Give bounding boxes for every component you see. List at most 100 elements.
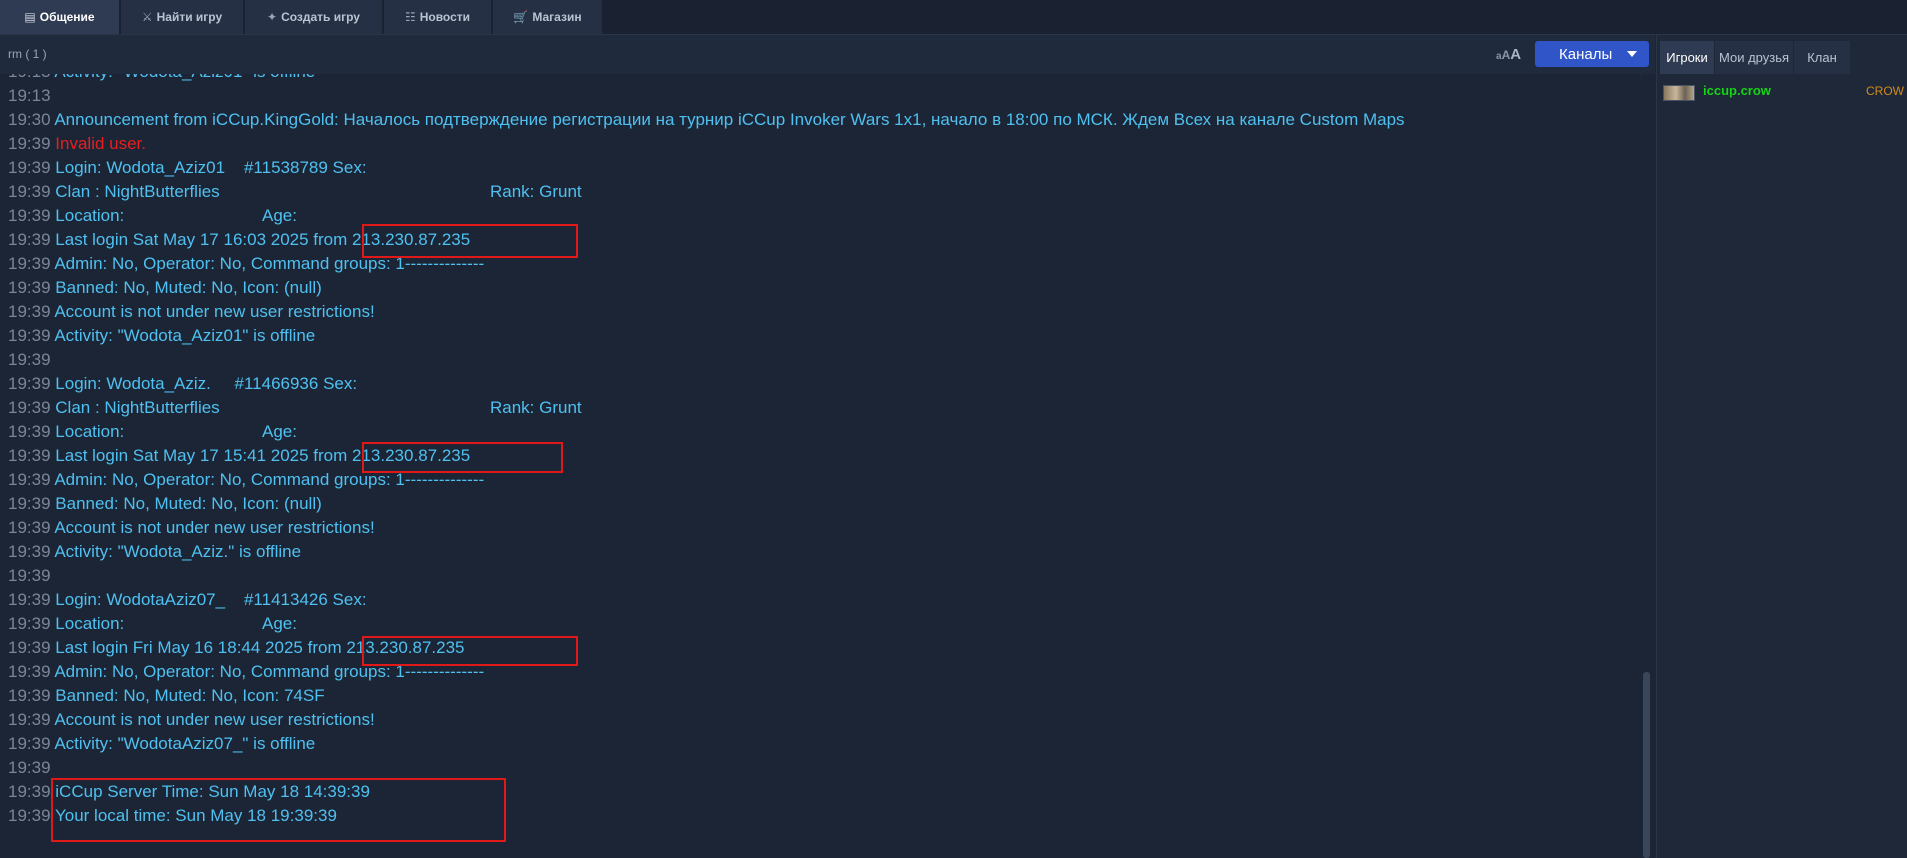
chat-message: Banned: No, Muted: No, Icon: (null) <box>55 278 322 297</box>
chat-message: Activity: "Wodota_Aziz01" is offline <box>54 326 316 345</box>
chat-log[interactable]: 19:13 Activity: "Wodota_Aziz01" is offli… <box>0 74 1640 858</box>
chat-message: Location: <box>55 614 125 633</box>
tab-find-game[interactable]: ⚔ Найти игру <box>121 0 244 34</box>
chat-message: Clan : NightButterflies <box>55 182 220 201</box>
newspaper-icon: ☷ <box>404 10 416 24</box>
chat-line: 19:39 Location: Age: <box>8 420 297 444</box>
chat-timestamp: 19:39 <box>8 230 51 249</box>
chat-timestamp: 19:39 <box>8 350 51 369</box>
chat-rank: Rank: Grunt <box>490 182 582 201</box>
highlight-box <box>362 442 563 473</box>
tab-players[interactable]: Игроки <box>1660 41 1714 74</box>
chat-line: 19:39 Account is not under new user rest… <box>8 300 375 324</box>
chat-message: Activity: "Wodota_Aziz01" is offline <box>54 74 315 81</box>
chat-timestamp: 19:39 <box>8 134 51 153</box>
tab-label: Клан <box>1807 50 1837 65</box>
wrench-icon: ✦ <box>267 10 278 24</box>
player-list-item[interactable]: iccup.crow CROW <box>1657 79 1907 105</box>
chat-line: 19:39 Banned: No, Muted: No, Icon: 74SF <box>8 684 325 708</box>
chat-line: 19:39 Invalid user. <box>8 132 146 156</box>
cart-icon: 🛒 <box>513 10 529 24</box>
chat-timestamp: 19:39 <box>8 710 51 729</box>
chat-timestamp: 19:39 <box>8 398 51 417</box>
chat-timestamp: 19:39 <box>8 590 51 609</box>
tab-label: Создать игру <box>281 10 360 24</box>
side-panel: Игроки Мои друзья Клан iccup.crow CROW <box>1656 35 1907 858</box>
chat-age: Age: <box>262 206 297 225</box>
chat-timestamp: 19:39 <box>8 542 51 561</box>
chat-message: Login: Wodota_Aziz. #11466936 Sex: <box>55 374 358 393</box>
chat-timestamp: 19:39 <box>8 422 51 441</box>
tab-clan[interactable]: Клан <box>1794 41 1850 74</box>
chat-timestamp: 19:39 <box>8 734 51 753</box>
chat-message: Activity: "WodotaAziz07_" is offline <box>54 734 316 753</box>
chat-timestamp: 19:39 <box>8 158 51 177</box>
player-name[interactable]: iccup.crow <box>1703 83 1771 98</box>
font-size-large: A <box>1510 46 1522 63</box>
chat-message: Clan : NightButterflies <box>55 398 220 417</box>
tab-chat[interactable]: ▤ Общение <box>0 0 120 34</box>
font-size-toggle[interactable]: aAA <box>1496 46 1521 64</box>
chat-line: 19:39 Activity: "Wodota_Aziz." is offlin… <box>8 540 301 564</box>
chat-timestamp: 19:39 <box>8 494 51 513</box>
chat-header: rm ( 1 ) aAA Каналы <box>0 35 1655 75</box>
chat-message: Account is not under new user restrictio… <box>54 518 375 537</box>
chat-message: Location: <box>55 206 125 225</box>
chat-timestamp: 19:39 <box>8 758 51 777</box>
chat-line: 19:39 Activity: "WodotaAziz07_" is offli… <box>8 732 315 756</box>
chat-timestamp: 19:39 <box>8 206 51 225</box>
chat-timestamp: 19:39 <box>8 254 51 273</box>
chat-line: 19:39 Location: Age: <box>8 204 297 228</box>
chat-timestamp: 19:39 <box>8 614 51 633</box>
tab-label: Игроки <box>1666 50 1708 65</box>
chat-line: 19:39 Login: Wodota_Aziz. #11466936 Sex: <box>8 372 357 396</box>
chat-line: 19:39 Clan : NightButterflies Rank: Grunt <box>8 180 582 204</box>
chat-line: 19:39 Login: WodotaAziz07_ #11413426 Sex… <box>8 588 367 612</box>
chat-line: 19:39 <box>8 348 55 372</box>
chat-timestamp: 19:39 <box>8 278 51 297</box>
chat-timestamp: 19:39 <box>8 326 51 345</box>
chat-timestamp: 19:39 <box>8 566 51 585</box>
chat-timestamp: 19:39 <box>8 302 51 321</box>
chat-scrollbar-thumb[interactable] <box>1643 672 1650 858</box>
tab-label: Общение <box>39 10 95 24</box>
chat-message: Announcement from iCCup.KingGold: Начало… <box>54 110 1405 129</box>
chat-line: 19:39 Login: Wodota_Aziz01 #11538789 Sex… <box>8 156 367 180</box>
chat-timestamp: 19:13 <box>8 86 51 105</box>
chat-message: Banned: No, Muted: No, Icon: 74SF <box>55 686 325 705</box>
avatar <box>1663 85 1695 101</box>
chat-message: Login: WodotaAziz07_ #11413426 Sex: <box>55 590 367 609</box>
chat-timestamp: 19:30 <box>8 110 51 129</box>
tab-create-game[interactable]: ✦ Создать игру <box>245 0 383 34</box>
top-tab-bar: ▤ Общение ⚔ Найти игру ✦ Создать игру ☷ … <box>0 0 1907 35</box>
chat-line: 19:39 <box>8 756 55 780</box>
chat-line: 19:39 <box>8 564 55 588</box>
chat-timestamp: 19:39 <box>8 518 51 537</box>
chat-age: Age: <box>262 614 297 633</box>
tab-shop[interactable]: 🛒 Магазин <box>493 0 603 34</box>
tab-label: Найти игру <box>156 10 223 24</box>
tab-label: Мои друзья <box>1718 50 1790 65</box>
chat-message: Activity: "Wodota_Aziz." is offline <box>54 542 302 561</box>
chat-timestamp: 19:13 <box>8 74 51 81</box>
tab-my-friends[interactable]: Мои друзья <box>1715 41 1793 74</box>
chat-line: 19:39 Activity: "Wodota_Aziz01" is offli… <box>8 324 315 348</box>
highlight-box <box>51 778 506 842</box>
chat-message: Banned: No, Muted: No, Icon: (null) <box>55 494 322 513</box>
chat-message: Account is not under new user restrictio… <box>54 302 375 321</box>
highlight-box <box>362 224 578 258</box>
room-title: rm ( 1 ) <box>8 47 47 61</box>
chat-timestamp: 19:39 <box>8 686 51 705</box>
chat-timestamp: 19:39 <box>8 374 51 393</box>
chat-line: 19:39 Account is not under new user rest… <box>8 516 375 540</box>
chat-line: 19:13 Activity: "Wodota_Aziz01" is offli… <box>8 74 315 84</box>
chat-timestamp: 19:39 <box>8 662 51 681</box>
chat-message: Login: Wodota_Aziz01 #11538789 Sex: <box>55 158 367 177</box>
chat-timestamp: 19:39 <box>8 470 51 489</box>
chat-age: Age: <box>262 422 297 441</box>
font-size-medium: A <box>1501 48 1511 62</box>
chat-icon: ▤ <box>24 10 36 24</box>
chat-line: 19:39 Account is not under new user rest… <box>8 708 375 732</box>
channels-dropdown-button[interactable]: Каналы <box>1535 41 1649 67</box>
tab-news[interactable]: ☷ Новости <box>384 0 492 34</box>
